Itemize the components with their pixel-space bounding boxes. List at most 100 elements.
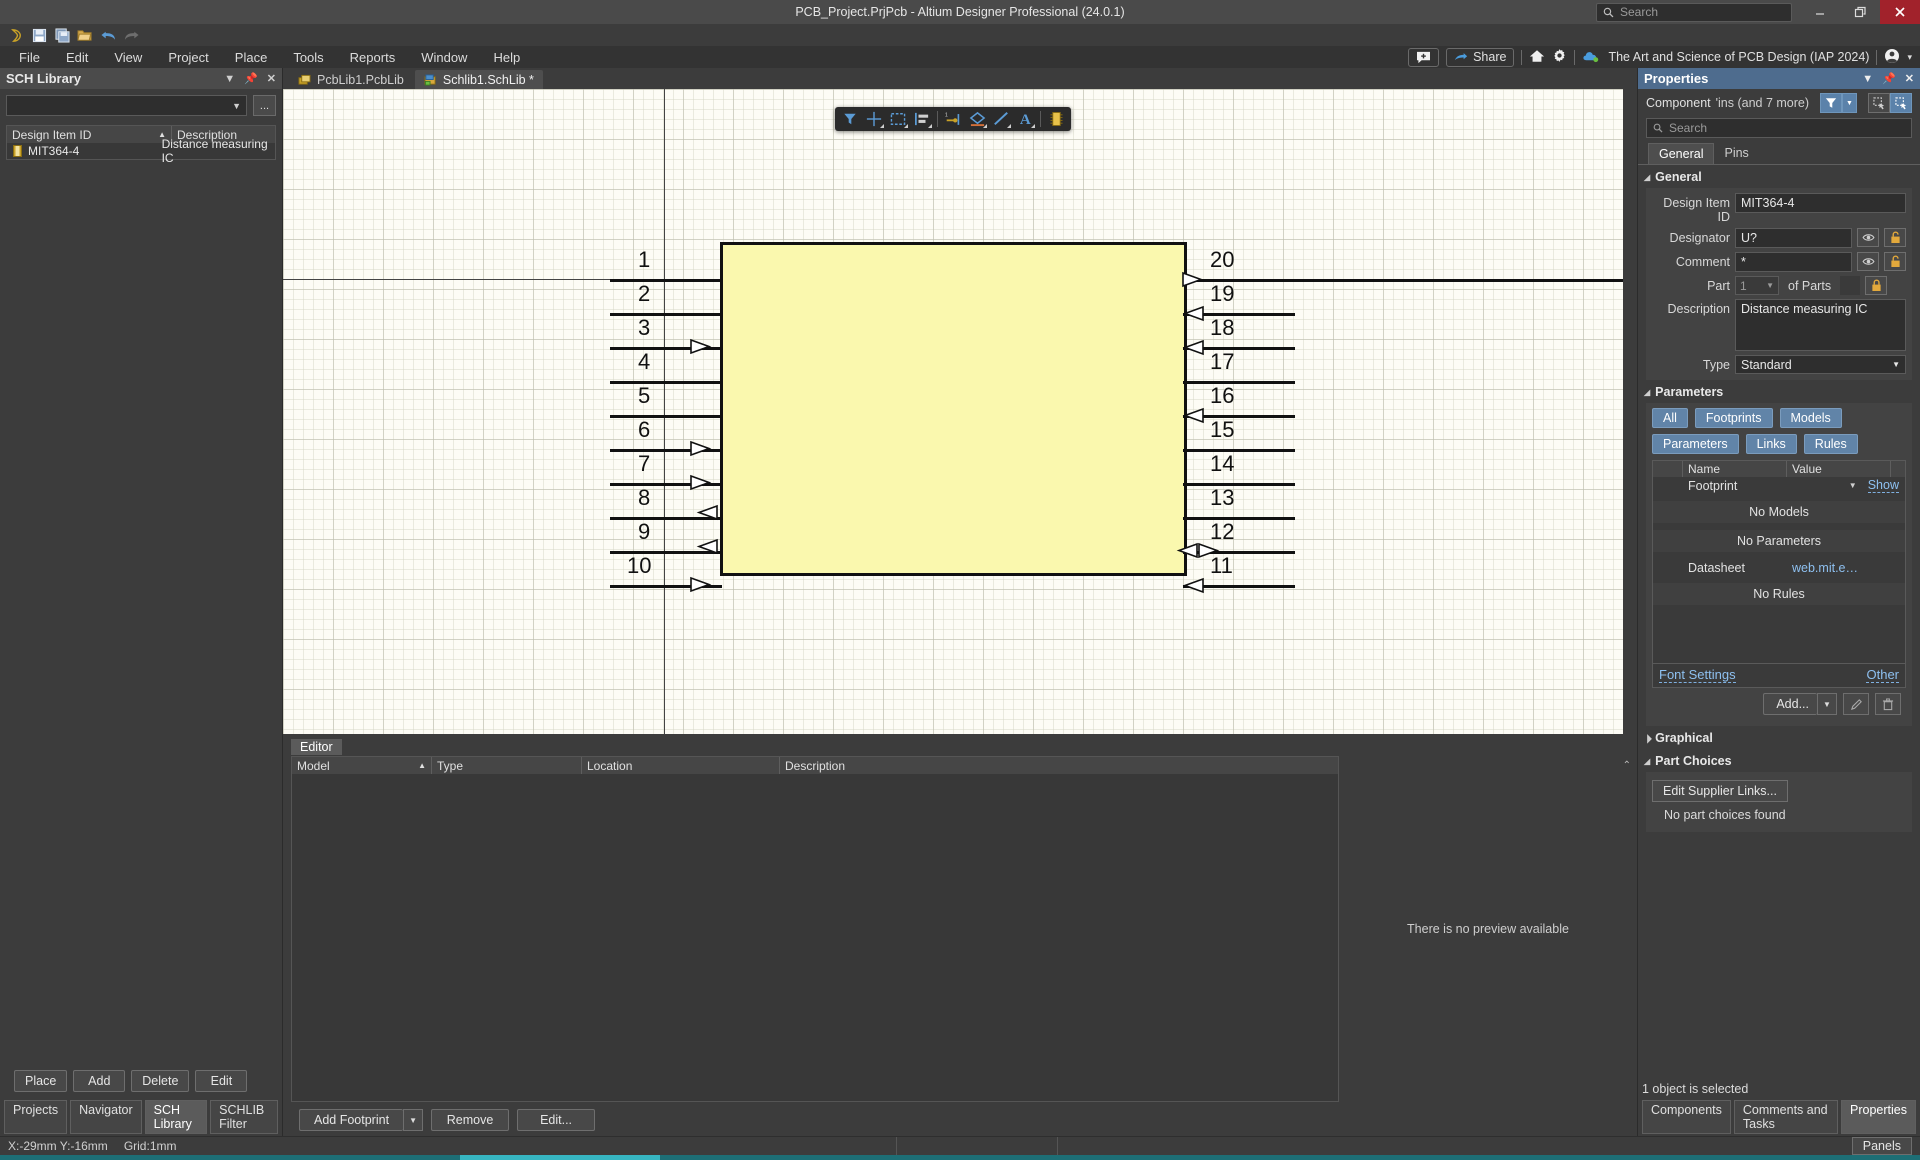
delete-parameter-button[interactable]	[1875, 693, 1901, 715]
type-select[interactable]: Standard ▼	[1735, 355, 1906, 374]
pin-line[interactable]	[610, 279, 722, 282]
tab-projects[interactable]: Projects	[4, 1100, 68, 1134]
place-pin-icon[interactable]: 1	[942, 109, 964, 129]
place-polygon-icon[interactable]	[966, 109, 988, 129]
place-line-icon[interactable]	[990, 109, 1012, 129]
select-similar-button[interactable]	[1868, 93, 1890, 113]
place-button[interactable]: Place	[14, 1070, 68, 1092]
menu-help[interactable]: Help	[480, 48, 533, 67]
chip-parameters[interactable]: Parameters	[1652, 434, 1739, 454]
remove-button[interactable]: Remove	[431, 1109, 510, 1131]
close-button[interactable]	[1880, 0, 1920, 24]
settings-button[interactable]	[1552, 48, 1567, 66]
document-tab-schlib[interactable]: Schlib1.SchLib *	[414, 70, 543, 89]
pin-line[interactable]	[610, 381, 722, 384]
chip-links[interactable]: Links	[1745, 434, 1797, 454]
add-parameter-dropdown-arrow[interactable]: ▼	[1817, 693, 1837, 715]
pin-line[interactable]	[1183, 517, 1295, 520]
tab-components[interactable]: Components	[1642, 1100, 1731, 1134]
open-project-icon[interactable]	[75, 26, 95, 44]
table-row[interactable]: Footprint ▼ Show	[1653, 477, 1905, 494]
library-select[interactable]: ▼	[6, 95, 247, 116]
delete-button[interactable]: Delete	[131, 1070, 190, 1092]
global-search-input[interactable]: Search	[1596, 2, 1792, 22]
pin-line[interactable]	[1183, 449, 1295, 452]
part-select[interactable]: 1 ▼	[1735, 276, 1779, 295]
column-design-item-id[interactable]: Design Item ID ▲	[7, 126, 172, 143]
column-description[interactable]: Description	[780, 757, 1338, 774]
menu-window[interactable]: Window	[408, 48, 480, 67]
crosshair-icon[interactable]	[863, 109, 885, 129]
comment-visibility-button[interactable]	[1857, 252, 1879, 271]
workspace-name[interactable]: The Art and Science of PCB Design (IAP 2…	[1608, 50, 1869, 64]
tab-schlib-filter[interactable]: SCHLIB Filter	[210, 1100, 278, 1134]
library-browse-button[interactable]: ...	[253, 95, 276, 116]
edit-button[interactable]: Edit...	[517, 1109, 596, 1131]
account-button[interactable]	[1884, 48, 1900, 67]
section-parameters-header[interactable]: ◢ Parameters	[1638, 380, 1920, 403]
design-item-id-input[interactable]: MIT364-4	[1735, 193, 1906, 213]
home-button[interactable]	[1529, 49, 1545, 66]
tab-sch-library[interactable]: SCH Library	[144, 1100, 208, 1134]
select-area-icon[interactable]	[887, 109, 909, 129]
tab-pins[interactable]: Pins	[1714, 143, 1758, 164]
place-text-icon[interactable]: A	[1014, 109, 1036, 129]
place-component-icon[interactable]	[1045, 109, 1067, 129]
close-icon[interactable]: ✕	[1905, 72, 1914, 85]
font-settings-link[interactable]: Font Settings	[1659, 667, 1736, 683]
menu-file[interactable]: File	[6, 48, 53, 67]
menu-edit[interactable]: Edit	[53, 48, 101, 67]
chip-footprints[interactable]: Footprints	[1694, 408, 1773, 428]
chip-models[interactable]: Models	[1779, 408, 1842, 428]
add-footprint-button[interactable]: Add Footprint	[299, 1109, 404, 1131]
restore-button[interactable]	[1840, 0, 1880, 24]
scroll-up-caret-icon[interactable]: ⌃	[1623, 760, 1631, 771]
chevron-down-icon[interactable]: ▼	[224, 73, 235, 85]
properties-search-input[interactable]: Search	[1646, 118, 1912, 138]
chevron-down-icon[interactable]: ▼	[1862, 73, 1873, 85]
designator-visibility-button[interactable]	[1857, 228, 1879, 247]
tab-general[interactable]: General	[1648, 143, 1715, 164]
menu-tools[interactable]: Tools	[280, 48, 336, 67]
altium-logo-icon[interactable]	[6, 26, 26, 44]
select-object-button[interactable]	[1890, 93, 1912, 113]
menu-project[interactable]: Project	[155, 48, 221, 67]
account-caret-icon[interactable]: ▾	[1907, 52, 1912, 63]
pin-line[interactable]	[610, 313, 722, 316]
other-link[interactable]: Other	[1866, 667, 1899, 683]
column-location[interactable]: Location	[582, 757, 780, 774]
menu-reports[interactable]: Reports	[337, 48, 409, 67]
datasheet-link[interactable]: web.mit.e…	[1792, 561, 1858, 575]
undo-icon[interactable]	[98, 26, 118, 44]
add-button[interactable]: Add	[73, 1070, 126, 1092]
pin-line[interactable]	[1183, 279, 1623, 282]
section-graphical-header[interactable]: ◢ Graphical	[1638, 726, 1920, 749]
panels-button[interactable]: Panels	[1851, 1137, 1912, 1155]
filter-icon[interactable]	[839, 109, 861, 129]
column-type[interactable]: Type	[432, 757, 582, 774]
schematic-canvas[interactable]: 1 2 3 4 5 6 7 8 9 10 20 19 18 17 16 15 1…	[283, 89, 1623, 734]
edit-parameter-button[interactable]	[1843, 693, 1869, 715]
filter-button[interactable]	[1820, 93, 1842, 113]
document-tab-pcblib[interactable]: PcbLib1.PcbLib	[289, 70, 413, 89]
column-model[interactable]: Model ▲	[292, 757, 432, 774]
close-icon[interactable]: ✕	[267, 72, 276, 85]
section-general-header[interactable]: ◢ General	[1638, 165, 1920, 188]
tab-navigator[interactable]: Navigator	[70, 1100, 142, 1134]
comment-input[interactable]: *	[1735, 252, 1852, 272]
designator-lock-button[interactable]	[1884, 228, 1906, 247]
minimize-button[interactable]	[1800, 0, 1840, 24]
comment-lock-button[interactable]	[1884, 252, 1906, 271]
chevron-down-icon[interactable]: ▼	[1849, 481, 1857, 490]
column-value[interactable]: Value	[1787, 461, 1891, 477]
menu-view[interactable]: View	[101, 48, 155, 67]
align-icon[interactable]	[911, 109, 933, 129]
table-row[interactable]: Datasheet web.mit.e…	[1653, 559, 1905, 576]
tab-comments-and-tasks[interactable]: Comments and Tasks	[1733, 1100, 1839, 1134]
pin-icon[interactable]: 📌	[1882, 72, 1896, 85]
notifications-button[interactable]	[1408, 47, 1440, 67]
pin-line[interactable]	[1183, 483, 1295, 486]
tab-editor[interactable]: Editor	[291, 738, 342, 755]
filter-dropdown-button[interactable]: ▼	[1842, 93, 1857, 113]
edit-button[interactable]: Edit	[195, 1070, 248, 1092]
